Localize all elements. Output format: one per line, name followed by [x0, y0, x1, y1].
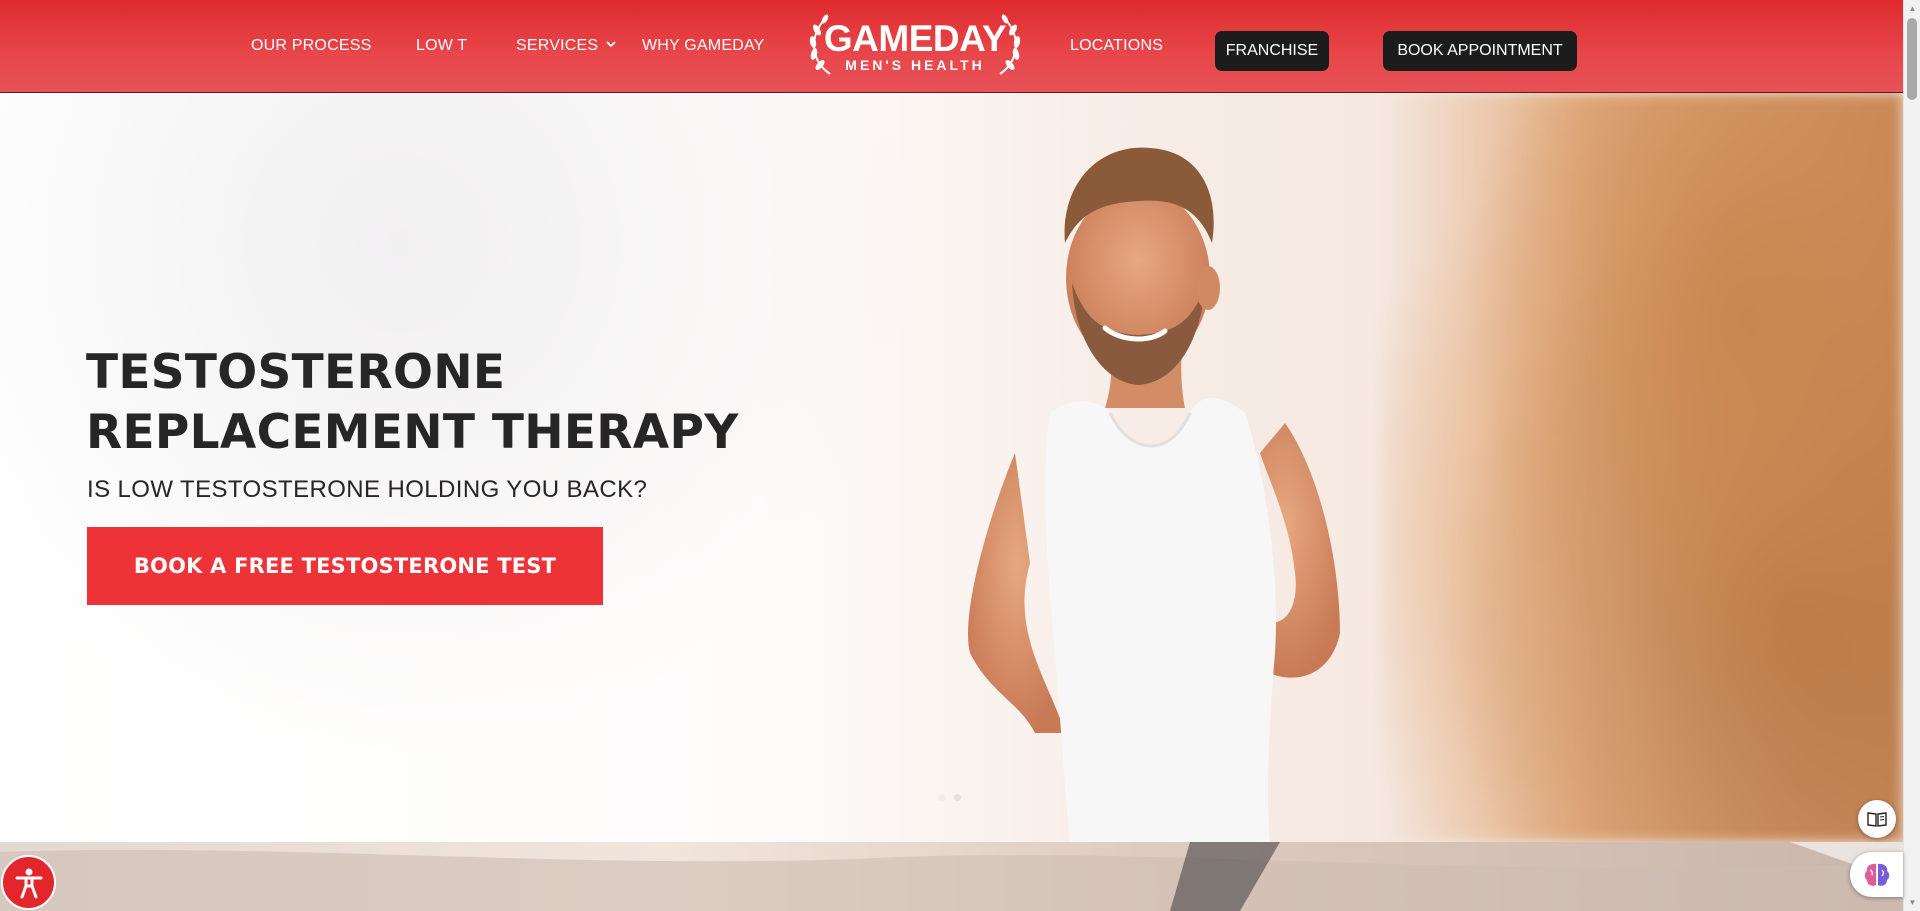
hero-banner: TESTOSTERONE REPLACEMENT THERAPY IS LOW … [0, 93, 1903, 842]
nav-services-label: SERVICES [516, 37, 599, 54]
nav-why-gameday[interactable]: WHY GAMEDAY [642, 0, 765, 92]
scroll-up-arrow-icon[interactable]: ▲ [1904, 0, 1920, 17]
carousel-dots [938, 794, 961, 801]
site-header: OUR PROCESS LOW T SERVICES WHY GAMEDAY G… [0, 0, 1903, 93]
reader-mode-button[interactable] [1858, 800, 1896, 838]
brain-icon [1864, 863, 1889, 886]
book-reader-icon [1867, 812, 1887, 827]
hero-subtitle: IS LOW TESTOSTERONE HOLDING YOU BACK? [87, 476, 648, 503]
gameday-logo[interactable]: GAMEDAY MEN'S HEALTH [802, 8, 1028, 82]
chevron-down-icon [606, 39, 616, 51]
logo-subtitle: MEN'S HEALTH [845, 57, 985, 73]
scrollbar-thumb[interactable] [1907, 18, 1917, 100]
hero-title-line-2: REPLACEMENT THERAPY [86, 405, 739, 460]
accessibility-person-icon [15, 868, 42, 898]
nav-our-process[interactable]: OUR PROCESS [251, 0, 371, 92]
next-section-backdrop [0, 842, 1903, 911]
scroll-down-arrow-icon[interactable]: ▼ [1904, 894, 1920, 911]
logo-wordmark: GAMEDAY [823, 18, 1007, 59]
franchise-button[interactable]: FRANCHISE [1215, 31, 1329, 71]
page-scrollbar[interactable]: ▲ ▼ [1903, 0, 1920, 911]
ai-assistant-button[interactable] [1850, 852, 1903, 897]
next-section-image [0, 842, 1903, 911]
hero-background-haze [0, 93, 1000, 842]
hero-title-line-1: TESTOSTERONE [86, 345, 506, 400]
hero-runner-image [968, 147, 1340, 842]
nav-services[interactable]: SERVICES [516, 0, 616, 92]
carousel-dot[interactable] [938, 794, 945, 801]
accessibility-button[interactable] [1, 855, 56, 910]
book-free-test-button[interactable]: BOOK A FREE TESTOSTERONE TEST [87, 527, 603, 605]
nav-low-t[interactable]: LOW T [416, 0, 467, 92]
nav-locations[interactable]: LOCATIONS [1070, 0, 1163, 92]
carousel-dot[interactable] [954, 794, 961, 801]
hero-title: TESTOSTERONE REPLACEMENT THERAPY [86, 343, 739, 463]
book-appointment-button[interactable]: BOOK APPOINTMENT [1383, 31, 1577, 71]
